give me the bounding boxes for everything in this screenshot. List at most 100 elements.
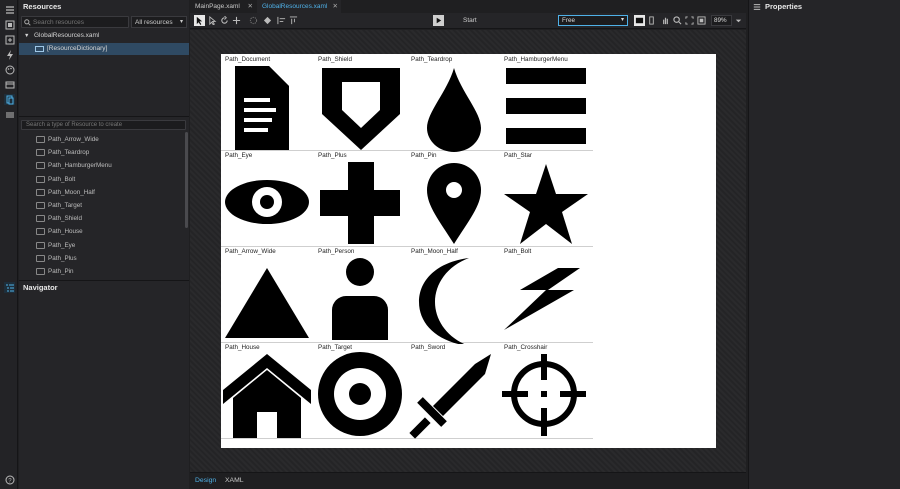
path-cell[interactable]: Path_Star (500, 150, 594, 247)
resources-search-input[interactable] (33, 19, 128, 26)
resources-search[interactable] (21, 16, 129, 28)
path-cell[interactable]: Path_Sword (407, 342, 501, 439)
add-control-icon[interactable] (4, 34, 15, 45)
expand-arrow-icon[interactable]: ▼ (24, 30, 29, 42)
media-icon[interactable] (4, 79, 15, 90)
close-icon[interactable]: ✕ (333, 0, 338, 13)
app-window: ? Resources All resources ▾ ▼ GlobalReso… (0, 0, 900, 489)
path-label: Path_Pin (411, 152, 437, 159)
tree-item-file[interactable]: ▼ GlobalResources.xaml (19, 30, 189, 42)
fit-icon[interactable] (684, 15, 695, 26)
properties-header: Properties (749, 0, 900, 14)
resource-type-item[interactable]: Path_HamburgerMenu (19, 159, 189, 172)
zoom-level-field[interactable]: 89% (711, 15, 732, 26)
navigator-panel (19, 294, 189, 489)
tab-design[interactable]: Design (195, 477, 216, 484)
align-left-icon[interactable] (276, 15, 287, 26)
resource-type-item[interactable]: Path_House (19, 225, 189, 238)
tab-label: MainPage.xaml (195, 3, 240, 10)
stack-icon[interactable] (4, 109, 15, 120)
navigator-title: Navigator (23, 283, 58, 292)
path-cell[interactable]: Path_Person (314, 246, 408, 343)
menu-icon[interactable] (4, 4, 15, 15)
fill-icon[interactable] (262, 15, 273, 26)
layout-mode-select[interactable]: Free ▾ (558, 15, 628, 26)
zoom-icon[interactable] (672, 15, 683, 26)
path-cell[interactable]: Path_Eye (221, 150, 315, 247)
resource-type-label: Path_Arrow_Wide (48, 136, 99, 143)
start-button-label[interactable]: Start (463, 15, 477, 26)
resource-type-item[interactable]: Path_Teardrop (19, 146, 189, 159)
tree-item-dictionary[interactable]: [ResourceDictionary] (19, 43, 189, 55)
create-resource-placeholder: Search a type of Resource to create (26, 122, 123, 128)
tab-globalresources[interactable]: GlobalResources.xaml ✕ (257, 0, 341, 13)
path-label: Path_Arrow_Wide (225, 248, 276, 255)
path-cell[interactable]: Path_Shield (314, 54, 408, 151)
divider (19, 116, 189, 117)
resources-icon[interactable] (4, 94, 15, 105)
resource-type-icon (36, 228, 45, 236)
path-label: Path_Person (318, 248, 355, 255)
select-tool-icon[interactable] (194, 15, 205, 26)
resource-type-label: Path_House (48, 228, 83, 236)
path-cell[interactable]: Path_Target (314, 342, 408, 439)
path-label: Path_House (225, 344, 260, 351)
path-cell[interactable]: Path_Crosshair (500, 342, 594, 439)
zoom-dropdown-icon[interactable] (733, 15, 744, 26)
path-cell[interactable]: Path_Teardrop (407, 54, 501, 152)
snap-icon[interactable] (248, 15, 259, 26)
path-label: Path_Sword (411, 344, 446, 351)
path-label: Path_Document (225, 56, 271, 63)
resource-type-item[interactable]: Path_Bolt (19, 173, 189, 186)
create-resource-search[interactable]: Search a type of Resource to create (21, 120, 186, 130)
tab-xaml[interactable]: XAML (225, 477, 244, 484)
actual-size-icon[interactable] (696, 15, 707, 26)
tree-file-label: GlobalResources.xaml (34, 32, 100, 39)
mobile-preview-icon[interactable] (646, 15, 657, 26)
path-cell[interactable]: Path_Bolt (500, 246, 594, 343)
resource-type-label: Path_Eye (48, 241, 76, 249)
resource-type-item[interactable]: Path_Arrow_Wide (19, 133, 189, 146)
pan-hand-icon[interactable] (660, 15, 671, 26)
resource-type-label: Path_HamburgerMenu (48, 162, 112, 170)
path-label: Path_HamburgerMenu (504, 56, 568, 63)
resource-type-label: Path_Teardrop (48, 149, 90, 157)
resource-type-item[interactable]: Path_Target (19, 199, 189, 212)
palette-icon[interactable] (4, 64, 15, 75)
resource-type-item[interactable]: Path_Eye (19, 239, 189, 252)
close-icon[interactable]: ✕ (248, 0, 253, 13)
move-icon[interactable] (231, 15, 242, 26)
properties-panel: Properties (748, 0, 900, 489)
rotate-icon[interactable] (219, 15, 230, 26)
resource-type-icon (36, 162, 45, 170)
resource-type-label: Path_Pin (48, 268, 74, 275)
resource-filter-select[interactable]: All resources ▾ (131, 16, 187, 28)
help-icon[interactable]: ? (4, 474, 15, 485)
resource-type-label: Path_Moon_Half (48, 188, 95, 196)
resource-type-item[interactable]: Path_Pin (19, 265, 189, 278)
resource-list-scrollbar[interactable] (185, 132, 188, 228)
resource-type-item[interactable]: Path_Shield (19, 212, 189, 225)
path-cell[interactable]: Path_Pin (407, 150, 501, 247)
path-cell[interactable]: Path_Arrow_Wide (221, 246, 315, 343)
resource-type-item[interactable]: Path_Plus (19, 252, 189, 265)
navigator-icon[interactable] (4, 282, 15, 293)
resource-type-icon (36, 202, 45, 209)
tree-dictionary-label: [ResourceDictionary] (47, 45, 108, 52)
desktop-preview-icon[interactable] (634, 15, 645, 26)
path-cell[interactable]: Path_Document (221, 54, 315, 151)
path-cell[interactable]: Path_HamburgerMenu (500, 54, 594, 151)
resource-type-item[interactable]: Path_Moon_Half (19, 186, 189, 199)
path-label: Path_Plus (318, 152, 347, 159)
start-play-icon[interactable] (433, 15, 444, 26)
design-surface[interactable]: Path_Document Path_Shield Path_Teardrop Pat… (221, 54, 716, 448)
path-cell[interactable]: Path_Moon_Half (407, 246, 501, 344)
toolbox-icon[interactable] (4, 19, 15, 30)
bolt-icon[interactable] (4, 49, 15, 60)
properties-icon (753, 4, 761, 10)
path-cell[interactable]: Path_Plus (314, 150, 408, 247)
tab-mainpage[interactable]: MainPage.xaml ✕ (190, 0, 256, 13)
align-top-icon[interactable] (288, 15, 299, 26)
direct-select-icon[interactable] (207, 15, 218, 26)
path-cell[interactable]: Path_House (221, 342, 315, 439)
